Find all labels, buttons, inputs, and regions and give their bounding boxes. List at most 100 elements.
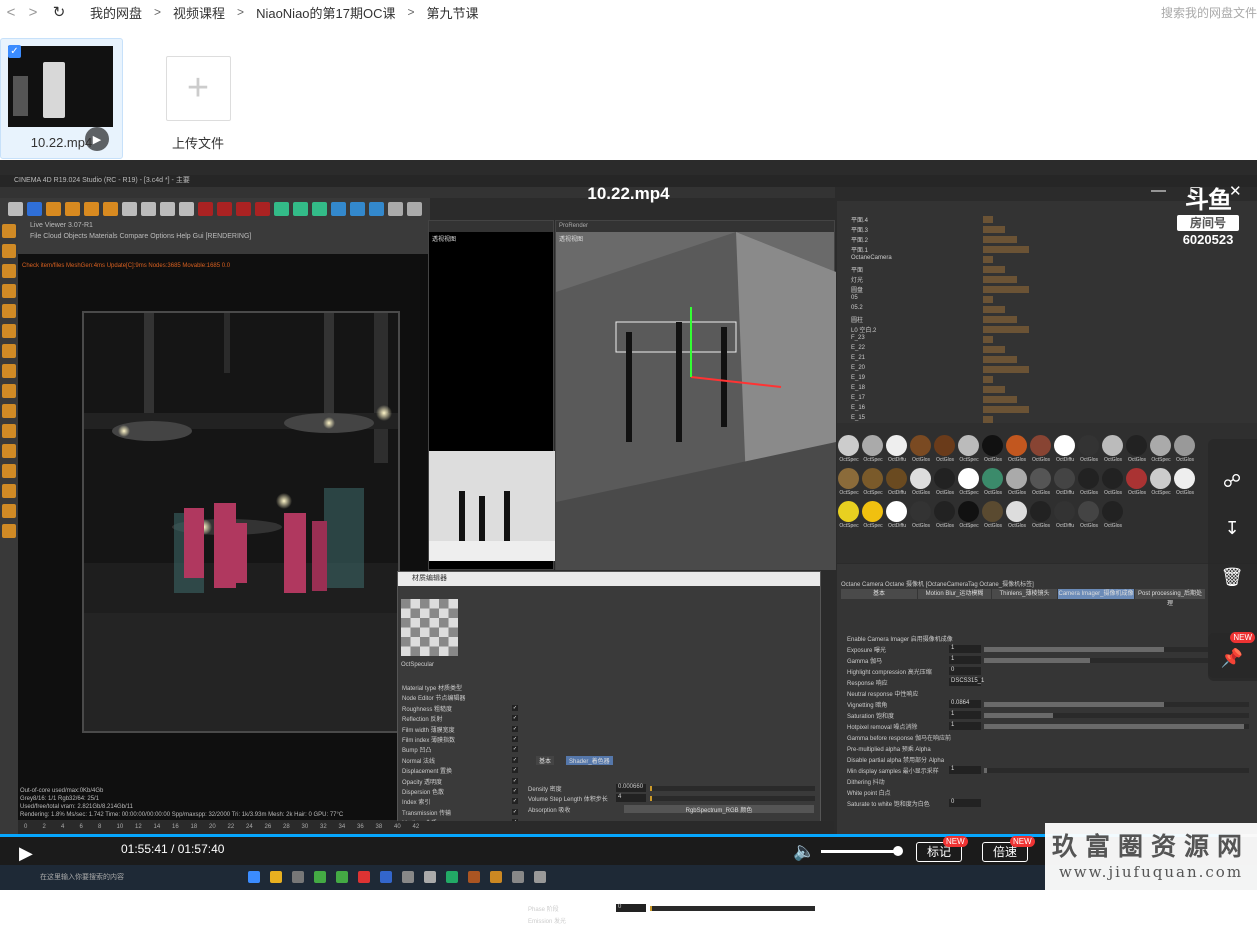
checkbox-checked-icon[interactable]: ✓ [512, 788, 518, 794]
material-ball[interactable] [1006, 501, 1027, 522]
breadcrumb-item[interactable]: 我的网盘 [86, 3, 146, 22]
material-channel[interactable]: Film index 薄膜指数 ✓ [402, 735, 522, 744]
attr-value-field[interactable]: 1 [949, 722, 981, 730]
attr-row[interactable]: Hotpixel removal 噪点消除 1 [841, 722, 1251, 731]
attr-value-field[interactable]: 1 [949, 656, 981, 664]
material-ball[interactable] [910, 435, 931, 456]
checkbox-checked-icon[interactable]: ✓ [512, 767, 518, 774]
material-ball[interactable] [958, 468, 979, 489]
toolbar-icon[interactable] [179, 202, 194, 216]
attr-value-field[interactable]: 0 [949, 799, 981, 807]
toolbar-icon[interactable] [46, 202, 61, 216]
download-icon[interactable]: ↧ [1220, 516, 1244, 540]
attr-value-field[interactable]: 1 [949, 711, 981, 719]
object-row[interactable]: E_18 [851, 385, 1251, 394]
minimize-icon[interactable]: — [1151, 182, 1166, 199]
checkbox-checked-icon[interactable]: ✓ [512, 808, 518, 815]
toolbar-icon[interactable] [331, 202, 346, 216]
material-ball[interactable] [838, 468, 859, 489]
toolbar-icon[interactable] [407, 202, 422, 216]
tool-icon[interactable] [2, 224, 16, 238]
attr-row[interactable]: Exposure 曝光 1 [841, 645, 1251, 654]
material-channel[interactable]: Node Editor 节点编辑器 [402, 693, 522, 702]
taskbar-app-icon[interactable] [380, 871, 392, 883]
toolbar-icon[interactable] [27, 202, 42, 216]
object-row[interactable]: 灯光 [851, 275, 1251, 284]
object-row[interactable]: 05 [851, 295, 1251, 304]
material-tab[interactable]: 基本 [536, 756, 555, 765]
material-channel[interactable]: Reflection 反射 ✓ [402, 714, 522, 723]
material-ball[interactable] [838, 501, 859, 522]
material-tab[interactable]: Shader_着色器 [566, 756, 613, 765]
attr-value-field[interactable]: 1 [949, 766, 981, 774]
property-slider[interactable] [650, 796, 815, 801]
attr-tab[interactable]: Camera Imager_摄像机成像 [1058, 589, 1134, 599]
property-spectrum[interactable]: RgbSpectrum_RGB 颜色 [624, 805, 814, 814]
object-row[interactable]: E_19 [851, 375, 1251, 384]
taskbar-app-icon[interactable] [314, 871, 326, 883]
checkbox-checked-icon[interactable]: ✓ [512, 798, 518, 805]
tool-icon[interactable] [2, 344, 16, 358]
checkbox-checked-icon[interactable]: ✓ [512, 746, 518, 753]
attr-row[interactable]: Response 响应 DSCS315_1 [841, 678, 1251, 687]
taskbar-app-icon[interactable] [490, 871, 502, 883]
attr-row[interactable]: Saturate to white 饱和度为白色 0 [841, 799, 1251, 808]
forward-icon[interactable]: > [22, 1, 44, 23]
material-ball[interactable] [1054, 468, 1075, 489]
material-ball[interactable] [1078, 468, 1099, 489]
material-ball[interactable] [910, 468, 931, 489]
toolbar-icon[interactable] [388, 202, 403, 216]
attr-row[interactable]: Saturation 饱和度 1 [841, 711, 1251, 720]
breadcrumb-item[interactable]: 第九节课 [423, 3, 483, 22]
object-row[interactable]: E_17 [851, 395, 1251, 404]
material-ball[interactable] [1054, 435, 1075, 456]
attr-row[interactable]: Enable Camera Imager 启用摄像机成像 [841, 634, 1251, 643]
viewport-main[interactable]: ProRender 透视视图 [555, 220, 836, 570]
checkbox-checked-icon[interactable]: ✓ [512, 756, 518, 763]
tool-icon[interactable] [2, 284, 16, 298]
material-channel[interactable]: Film width 薄膜宽度 ✓ [402, 725, 522, 734]
material-channel[interactable]: Bump 凹凸 ✓ [402, 745, 522, 754]
tool-icon[interactable] [2, 464, 16, 478]
material-property[interactable]: Absorption 吸收 RgbSpectrum_RGB 颜色 [528, 805, 818, 814]
tool-icon[interactable] [2, 244, 16, 258]
attr-slider[interactable] [984, 702, 1249, 707]
attr-tab[interactable]: Motion Blur_运动模糊 [918, 589, 991, 599]
toolbar-icon[interactable] [350, 202, 365, 216]
attr-row[interactable]: Vignetting 暗角 0.0864 [841, 700, 1251, 709]
timeline[interactable]: 0 2 4 6 8 10 12 14 16 18 20 22 24 26 28 30 32 34 36 38 40 42 [18, 821, 834, 834]
material-ball[interactable] [934, 468, 955, 489]
attr-tab[interactable]: Thinlens_薄棱镜头 [992, 589, 1057, 599]
tool-icon[interactable] [2, 384, 16, 398]
toolbar-icon[interactable] [274, 202, 289, 216]
tool-icon[interactable] [2, 364, 16, 378]
material-ball[interactable] [1006, 468, 1027, 489]
material-property[interactable]: Volume Step Length 体积步长 4 [528, 794, 818, 803]
object-row[interactable]: 圆柱 [851, 315, 1251, 324]
tool-icon[interactable] [2, 304, 16, 318]
material-ball[interactable] [1078, 501, 1099, 522]
attr-row[interactable]: White point 白点 [841, 788, 1251, 797]
toolbar-icon[interactable] [8, 202, 23, 216]
material-channel[interactable]: Opacity 透明度 ✓ [402, 777, 522, 786]
object-row[interactable]: 圆盘 [851, 285, 1251, 294]
material-ball[interactable] [862, 468, 883, 489]
material-ball[interactable] [1030, 501, 1051, 522]
material-ball[interactable] [886, 435, 907, 456]
checkbox-checked-icon[interactable]: ✓ [8, 45, 21, 58]
material-property[interactable]: Emission 发光 [528, 916, 818, 925]
checkbox-checked-icon[interactable]: ✓ [512, 715, 518, 722]
material-ball[interactable] [1174, 435, 1195, 456]
taskbar-app-icon[interactable] [468, 871, 480, 883]
material-ball[interactable] [1126, 435, 1147, 456]
breadcrumb-item[interactable]: NiaoNiao的第17期OC课 [252, 3, 399, 22]
material-ball[interactable] [1150, 468, 1171, 489]
property-slider[interactable] [650, 786, 815, 791]
volume-knob[interactable] [893, 846, 903, 856]
volume-icon[interactable]: 🔈 [793, 841, 815, 862]
attr-row[interactable]: Dithering 抖动 [841, 777, 1251, 786]
attr-value-field[interactable]: 1 [949, 645, 981, 653]
toolbar-icon[interactable] [217, 202, 232, 216]
material-ball[interactable] [982, 435, 1003, 456]
attr-row[interactable]: Highlight compression 高光压缩 0 [841, 667, 1251, 676]
